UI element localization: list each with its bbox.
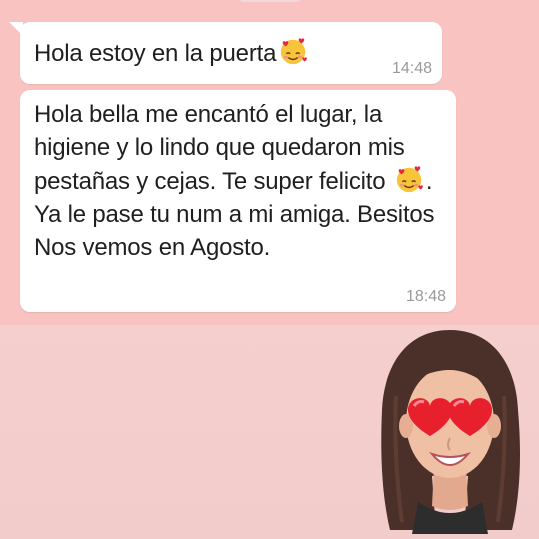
message-text-part: Hola bella me encantó el lugar, la higie… bbox=[34, 101, 405, 195]
message-text: Hola bella me encantó el lugar, la higie… bbox=[34, 98, 448, 264]
message-bubble[interactable]: Hola estoy en la puerta 14:48 bbox=[9, 22, 442, 84]
message-timestamp: 18:48 bbox=[405, 288, 446, 305]
message-text: Hola estoy en la puerta bbox=[34, 36, 310, 70]
previous-message-edge bbox=[238, 0, 302, 2]
message-bubble-tail bbox=[9, 22, 23, 36]
smiling-face-with-hearts-icon bbox=[396, 166, 423, 193]
smiling-face-with-hearts-icon bbox=[281, 38, 308, 65]
memoji-heart-eyes-sticker[interactable] bbox=[372, 326, 528, 534]
message-timestamp: 14:48 bbox=[391, 60, 432, 77]
message-text-part: Hola estoy en la puerta bbox=[34, 40, 277, 67]
message-bubble[interactable]: Hola bella me encantó el lugar, la higie… bbox=[20, 90, 456, 312]
